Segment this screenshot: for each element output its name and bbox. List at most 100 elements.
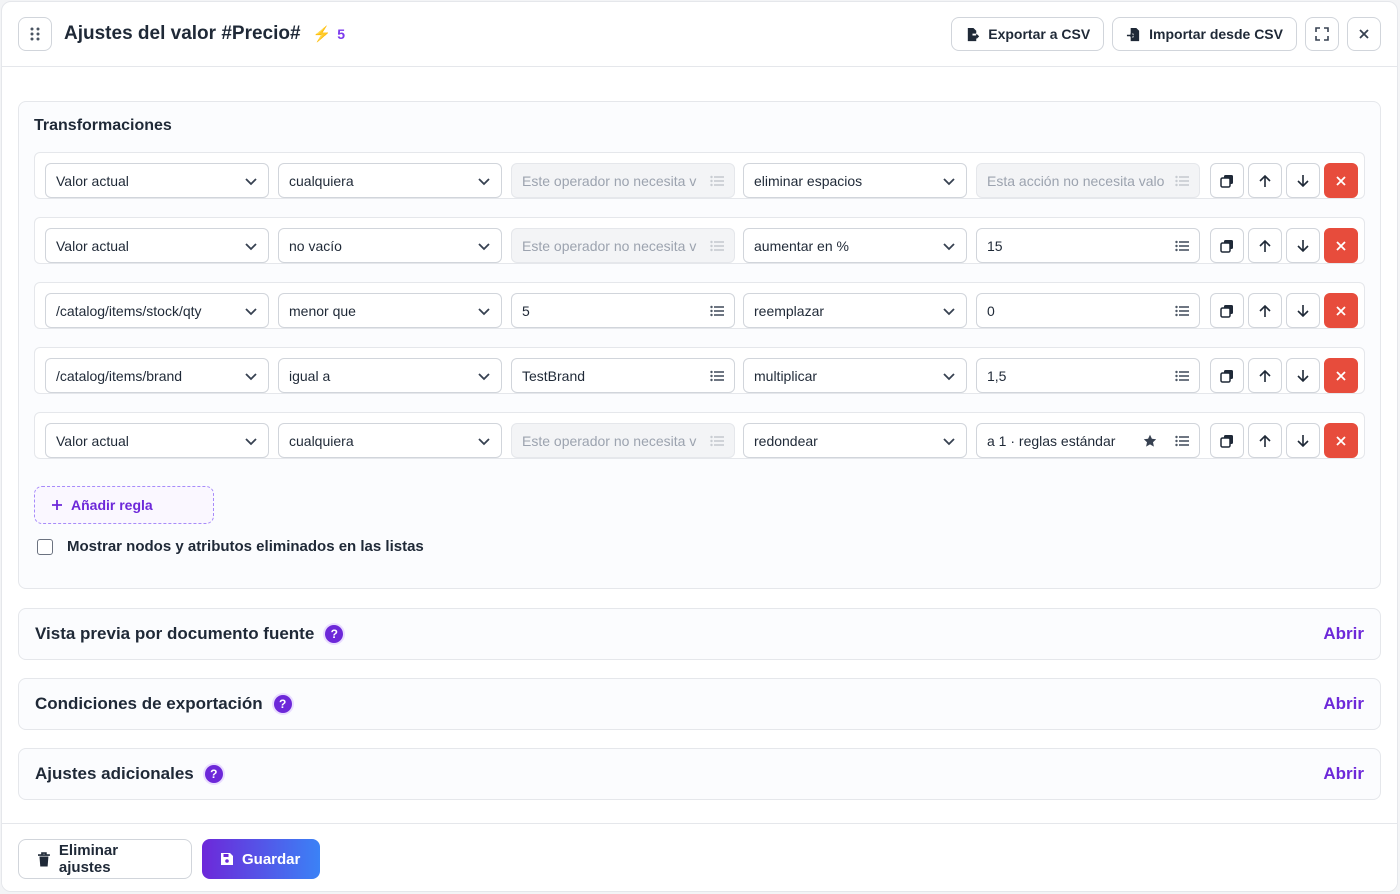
save-label: Guardar (242, 850, 301, 868)
move-down-button[interactable] (1286, 358, 1320, 393)
operator-value: no vacío (289, 237, 342, 254)
move-up-button[interactable] (1248, 228, 1282, 263)
list-icon[interactable] (710, 434, 724, 448)
import-csv-label: Importar desde CSV (1149, 26, 1283, 42)
source-select[interactable]: /catalog/items/brand (45, 358, 269, 393)
list-icon[interactable] (1175, 239, 1189, 253)
value-text: Este operador no necesita v (522, 237, 697, 254)
action-select[interactable]: redondear (743, 423, 967, 458)
chevron-down-icon (245, 177, 257, 185)
action-value-input[interactable]: a 1 · reglas estándar (976, 423, 1200, 458)
duplicate-rule-button[interactable] (1210, 423, 1244, 458)
help-icon[interactable]: ? (325, 625, 344, 643)
file-export-icon (968, 27, 980, 41)
accordion-open-link[interactable]: Abrir (1323, 764, 1364, 784)
action-value: multiplicar (754, 367, 818, 384)
move-up-button[interactable] (1248, 293, 1282, 328)
list-icon[interactable] (710, 239, 724, 253)
action-value-input[interactable]: 0 (976, 293, 1200, 328)
close-button[interactable] (1347, 17, 1381, 51)
action-value: eliminar espacios (754, 172, 863, 189)
rule-row: Valor actual cualquiera Este operador no n… (34, 152, 1365, 199)
action-value: reemplazar (754, 302, 825, 319)
duplicate-rule-button[interactable] (1210, 163, 1244, 198)
arrow-up-icon (1259, 304, 1271, 317)
modal-title: Ajustes del valor #Precio# (64, 23, 301, 44)
list-icon[interactable] (710, 304, 724, 318)
accordion-open-link[interactable]: Abrir (1323, 624, 1364, 644)
modal-header: Ajustes del valor #Precio# ⚡ 5 Exportar … (2, 2, 1397, 67)
list-icon[interactable] (710, 174, 724, 188)
accordion-open-link[interactable]: Abrir (1323, 694, 1364, 714)
action-value-input[interactable]: 1,5 (976, 358, 1200, 393)
delete-rule-button[interactable] (1324, 163, 1358, 198)
source-select[interactable]: Valor actual (45, 163, 269, 198)
rule-row: Valor actual cualquiera Este operador no n… (34, 412, 1365, 459)
chevron-down-icon (943, 307, 955, 315)
duplicate-rule-button[interactable] (1210, 358, 1244, 393)
operator-select[interactable]: igual a (278, 358, 502, 393)
accordion-title: Vista previa por documento fuente (35, 624, 315, 643)
action-select[interactable]: eliminar espacios (743, 163, 967, 198)
move-down-button[interactable] (1286, 228, 1320, 263)
accordion-preview[interactable]: Vista previa por documento fuente ? Abri… (18, 608, 1381, 660)
delete-rule-button[interactable] (1324, 228, 1358, 263)
value-text: TestBrand (522, 367, 586, 384)
duplicate-rule-button[interactable] (1210, 293, 1244, 328)
action-select[interactable]: aumentar en % (743, 228, 967, 263)
source-value: Valor actual (56, 432, 129, 449)
show-deleted-label: Mostrar nodos y atributos eliminados en … (67, 538, 424, 555)
action-select[interactable]: multiplicar (743, 358, 967, 393)
move-up-button[interactable] (1248, 163, 1282, 198)
delete-settings-button[interactable]: Eliminar ajustes (18, 839, 192, 879)
add-rule-button[interactable]: Añadir regla (34, 486, 214, 524)
save-button[interactable]: Guardar (202, 839, 320, 879)
accordion-additional-settings[interactable]: Ajustes adicionales ? Abrir (18, 748, 1381, 800)
operator-select[interactable]: menor que (278, 293, 502, 328)
value-input[interactable]: 5 (511, 293, 735, 328)
delete-rule-button[interactable] (1324, 423, 1358, 458)
list-icon[interactable] (1175, 434, 1189, 448)
move-down-button[interactable] (1286, 293, 1320, 328)
action-value-input[interactable]: 15 (976, 228, 1200, 263)
close-icon (1336, 305, 1346, 316)
list-icon[interactable] (1175, 304, 1189, 318)
operator-select[interactable]: cualquiera (278, 163, 502, 198)
list-icon[interactable] (1175, 369, 1189, 383)
show-deleted-checkbox[interactable] (37, 538, 53, 555)
chevron-down-icon (478, 307, 490, 315)
move-down-button[interactable] (1286, 423, 1320, 458)
accordion-export-conditions[interactable]: Condiciones de exportación ? Abrir (18, 678, 1381, 730)
operator-value: menor que (289, 302, 356, 319)
list-icon[interactable] (710, 369, 724, 383)
move-up-button[interactable] (1248, 358, 1282, 393)
help-icon[interactable]: ? (273, 695, 292, 713)
chevron-down-icon (478, 372, 490, 380)
delete-rule-button[interactable] (1324, 293, 1358, 328)
settings-modal: Ajustes del valor #Precio# ⚡ 5 Exportar … (1, 1, 1398, 892)
list-icon[interactable] (1175, 174, 1189, 188)
modal-footer: Eliminar ajustes Guardar (2, 823, 1397, 891)
value-input: Este operador no necesita v (511, 163, 735, 198)
duplicate-rule-button[interactable] (1210, 228, 1244, 263)
source-select[interactable]: Valor actual (45, 228, 269, 263)
action-value-text: Esta acción no necesita valo (987, 172, 1165, 189)
import-csv-button[interactable]: Importar desde CSV (1112, 17, 1297, 51)
operator-select[interactable]: cualquiera (278, 423, 502, 458)
action-select[interactable]: reemplazar (743, 293, 967, 328)
action-value-text: a 1 · reglas estándar (987, 432, 1116, 449)
export-csv-button[interactable]: Exportar a CSV (951, 17, 1105, 51)
source-select[interactable]: Valor actual (45, 423, 269, 458)
operator-select[interactable]: no vacío (278, 228, 502, 263)
move-down-button[interactable] (1286, 163, 1320, 198)
chevron-down-icon (943, 242, 955, 250)
drag-handle-button[interactable] (18, 17, 52, 51)
move-up-button[interactable] (1248, 423, 1282, 458)
help-icon[interactable]: ? (204, 765, 223, 783)
value-input[interactable]: TestBrand (511, 358, 735, 393)
source-select[interactable]: /catalog/items/stock/qty (45, 293, 269, 328)
delete-rule-button[interactable] (1324, 358, 1358, 393)
save-icon (221, 853, 233, 865)
star-icon[interactable] (1143, 434, 1157, 448)
fullscreen-button[interactable] (1305, 17, 1339, 51)
